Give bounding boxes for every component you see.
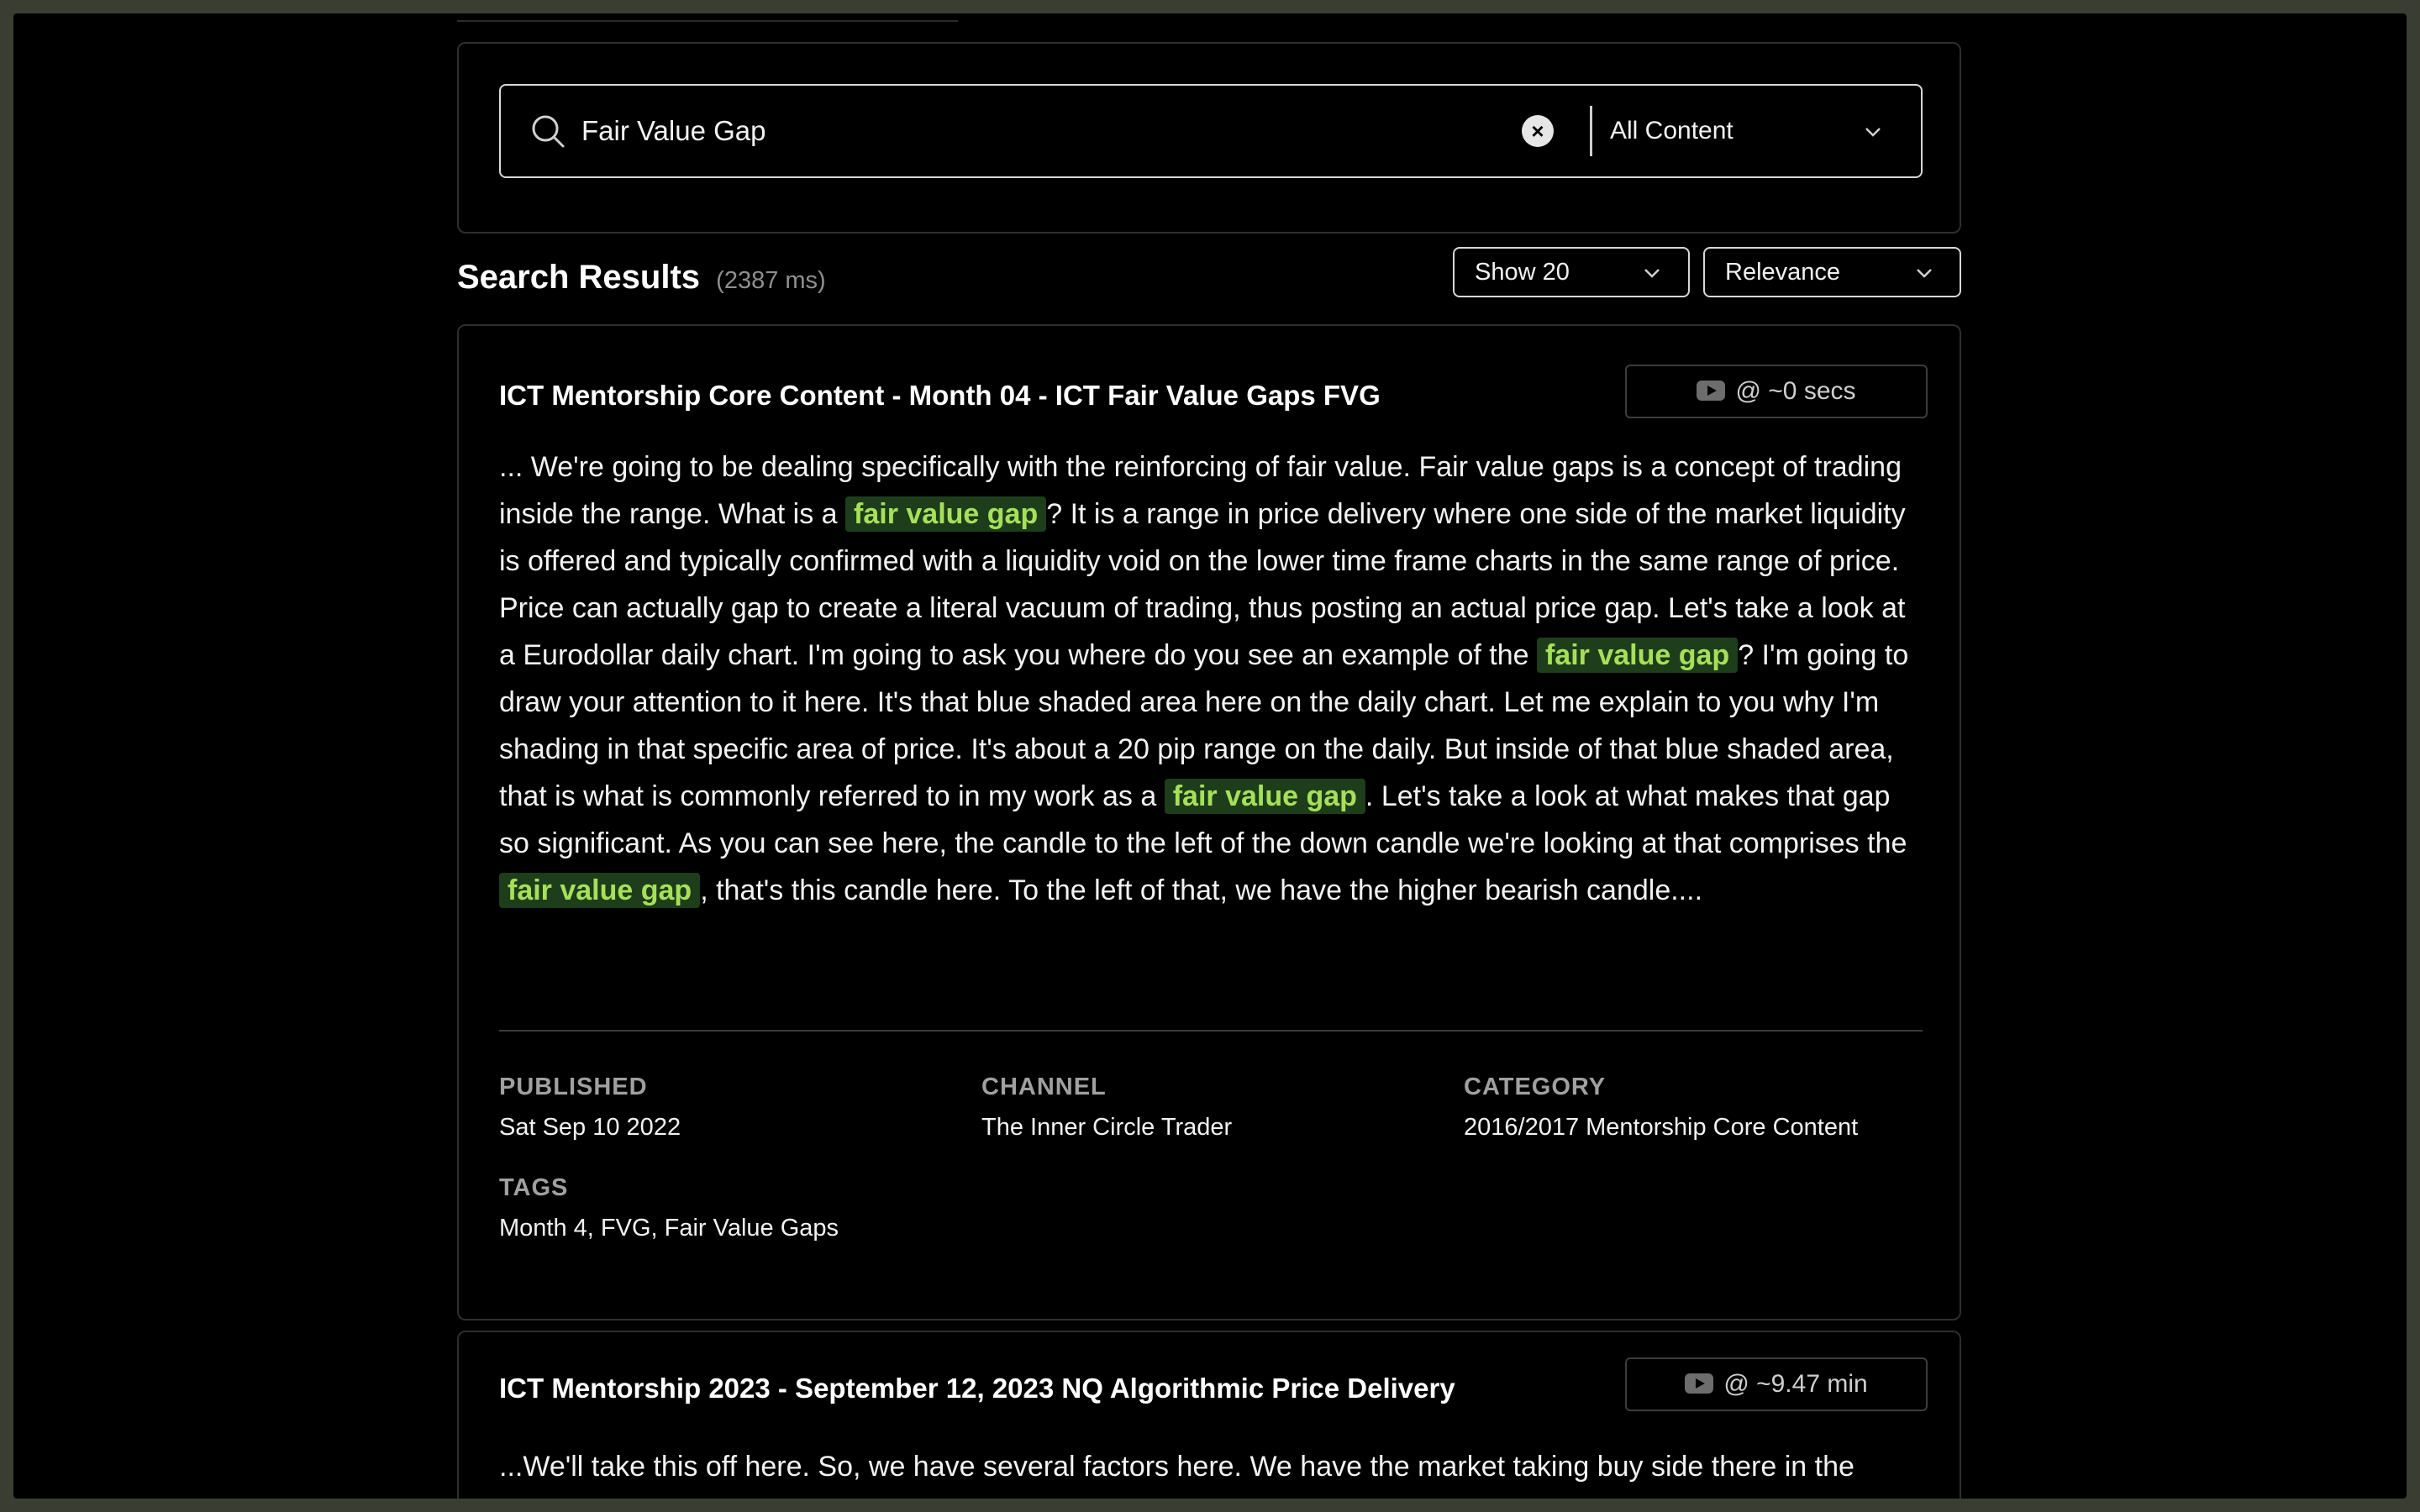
result-card: ICT Mentorship 2023 - September 12, 2023… (457, 1331, 1961, 1499)
sort-label: Relevance (1725, 259, 1841, 286)
result-title[interactable]: ICT Mentorship 2023 - September 12, 2023… (499, 1373, 1455, 1404)
show-count-select[interactable]: Show 20 (1453, 247, 1690, 297)
search-input[interactable]: Fair Value Gap × All Content (499, 84, 1923, 178)
result-title[interactable]: ICT Mentorship Core Content - Month 04 -… (499, 380, 1381, 412)
tags-label: TAGS (499, 1174, 569, 1201)
timestamp-button[interactable]: @ ~9.47 min (1625, 1357, 1928, 1411)
chevron-down-icon (1917, 269, 1932, 278)
published-value: Sat Sep 10 2022 (499, 1114, 681, 1141)
search-icon (532, 115, 565, 148)
channel-label: CHANNEL (981, 1074, 1107, 1100)
show-count-label: Show 20 (1475, 259, 1570, 286)
content-scope-select[interactable]: All Content (1610, 86, 1912, 176)
results-title: Search Results (457, 259, 701, 296)
timestamp-button[interactable]: @ ~0 secs (1625, 365, 1928, 418)
results-timing: (2387 ms) (716, 267, 826, 294)
results-heading: Search Results (2387 ms) (457, 259, 826, 297)
highlight-match: fair value gap (499, 873, 701, 908)
app-window: Fair Value Gap × All Content Search Resu… (13, 13, 2407, 1499)
top-divider (457, 13, 958, 22)
timestamp-label: @ ~9.47 min (1723, 1370, 1868, 1398)
category-label: CATEGORY (1464, 1074, 1607, 1100)
scope-label: All Content (1610, 117, 1733, 144)
chevron-down-icon (1865, 128, 1881, 137)
snippet-text: , that's this candle here. To the left o… (700, 874, 1703, 906)
channel-value: The Inner Circle Trader (981, 1114, 1233, 1141)
result-card: ICT Mentorship Core Content - Month 04 -… (457, 324, 1961, 1320)
meta-divider (499, 1030, 1923, 1032)
youtube-icon (1697, 381, 1726, 402)
highlight-match: fair value gap (1536, 638, 1739, 673)
result-snippet: ...We'll take this off here. So, we have… (499, 1451, 1854, 1483)
category-value: 2016/2017 Mentorship Core Content (1464, 1114, 1859, 1141)
chevron-down-icon (1644, 269, 1660, 278)
highlight-match: fair value gap (845, 496, 1047, 532)
search-query[interactable]: Fair Value Gap (581, 86, 766, 176)
sort-select[interactable]: Relevance (1703, 247, 1961, 297)
clear-icon[interactable]: × (1522, 115, 1554, 147)
search-divider (1590, 106, 1592, 156)
search-panel: Fair Value Gap × All Content (457, 42, 1961, 234)
timestamp-label: @ ~0 secs (1735, 377, 1856, 405)
highlight-match: fair value gap (1164, 779, 1365, 814)
result-snippet: ... We're going to be dealing specifical… (499, 444, 1928, 914)
published-label: PUBLISHED (499, 1074, 648, 1100)
tags-value: Month 4, FVG, Fair Value Gaps (499, 1215, 839, 1242)
youtube-icon (1685, 1373, 1714, 1394)
